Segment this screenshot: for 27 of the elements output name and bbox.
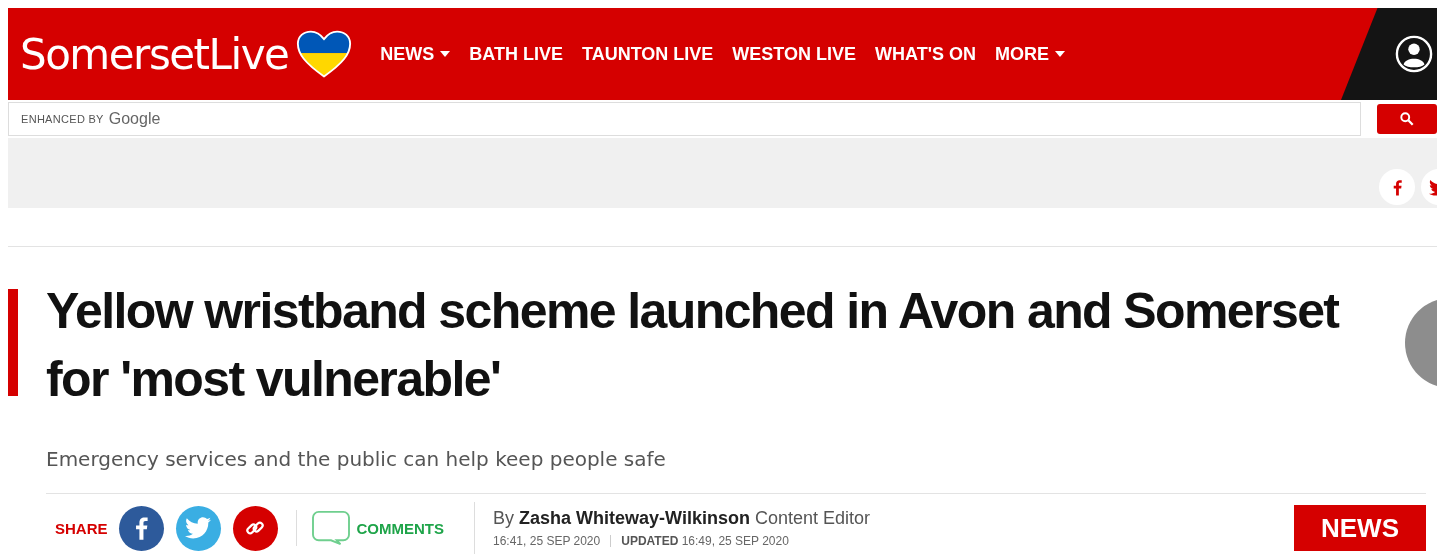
nav-link[interactable]: WHAT'S ON bbox=[875, 43, 976, 65]
heart-icon bbox=[296, 29, 353, 79]
section-tag[interactable]: NEWS bbox=[1294, 505, 1426, 551]
facebook-icon[interactable] bbox=[1379, 169, 1415, 205]
facebook-share-button[interactable] bbox=[118, 505, 164, 551]
article-headline: Yellow wristband scheme launched in Avon and Somerset for 'most vulnerable' bbox=[46, 282, 1340, 409]
comments-link[interactable]: COMMENTS bbox=[356, 519, 444, 537]
nav-link[interactable]: NEWS bbox=[380, 43, 451, 65]
nav-link[interactable]: TAUNTON LIVE bbox=[582, 43, 714, 65]
nav-link[interactable]: WESTON LIVE bbox=[732, 43, 857, 65]
facebook-icon bbox=[134, 516, 148, 540]
author-byline: By Zasha Whiteway-Wilkinson Content Editor bbox=[493, 508, 871, 529]
search-button[interactable] bbox=[1377, 104, 1437, 134]
nav-link[interactable]: BATH LIVE bbox=[469, 43, 563, 65]
share-label: SHARE bbox=[55, 519, 108, 537]
twitter-icon bbox=[185, 517, 211, 539]
search-field[interactable]: ENHANCED BY Google bbox=[8, 102, 1362, 136]
copy-link-button[interactable] bbox=[232, 505, 278, 551]
article-standfirst: Emergency services and the public can help keep people safe bbox=[46, 447, 667, 471]
updated-date: UPDATED 16:49, 25 SEP 2020 bbox=[621, 534, 789, 548]
caret-icon bbox=[440, 51, 451, 57]
search-icon bbox=[1400, 112, 1415, 126]
nav-link[interactable]: MORE bbox=[995, 43, 1065, 65]
user-icon[interactable] bbox=[1395, 35, 1433, 73]
site-logo[interactable]: SomersetLive bbox=[20, 29, 289, 79]
publish-date: 16:41, 25 SEP 2020 bbox=[493, 534, 601, 548]
caret-icon bbox=[1055, 51, 1065, 57]
